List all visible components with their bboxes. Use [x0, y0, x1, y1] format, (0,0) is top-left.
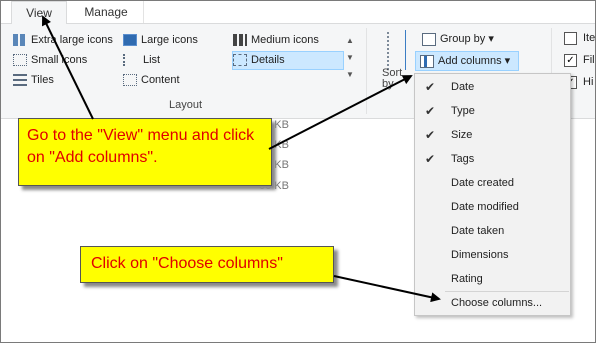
add-columns-menu: ✔ Date ✔ Type ✔ Size ✔ Tags Date created Dat… [414, 73, 571, 316]
file-extensions-label: Fil [583, 54, 595, 66]
hidden-items-label: Hi [583, 76, 594, 88]
group-by-icon [422, 32, 436, 46]
sort-arrow-icon [405, 30, 410, 70]
tab-manage[interactable]: Manage [69, 1, 144, 23]
sort-by-icon[interactable] [387, 32, 403, 70]
file-extensions-checkbox[interactable]: ✓ [564, 54, 577, 67]
instruction-callout-choose-columns: Click on "Choose columns" [80, 246, 334, 283]
item-checkbox[interactable] [564, 32, 577, 45]
layout-tiles[interactable]: Tiles [13, 72, 54, 89]
small-icons-label: Small icons [31, 54, 88, 66]
menu-item-choose-columns[interactable]: Choose columns... [415, 291, 570, 315]
scroll-down-icon[interactable]: ▼ [344, 49, 356, 66]
add-columns-button[interactable]: Add columns ▾ [415, 51, 519, 71]
add-columns-icon [420, 54, 434, 68]
add-columns-label: Add columns [438, 55, 502, 67]
layout-group-label: Layout [169, 99, 203, 111]
check-icon: ✔ [425, 80, 436, 94]
layout-scroll[interactable]: ▲ ▼ ▼ [344, 32, 356, 86]
small-icons-icon [13, 54, 27, 67]
group-by-label: Group by [440, 33, 486, 45]
menu-item-type[interactable]: ✔ Type [415, 99, 570, 123]
sort-by-button[interactable]: Sort by [382, 68, 402, 90]
menu-item-dimensions[interactable]: Dimensions [415, 243, 570, 267]
menu-item-date-created[interactable]: Date created [415, 171, 570, 195]
group-separator [366, 28, 367, 114]
layout-details[interactable]: Details [232, 51, 344, 70]
layout-large-icons[interactable]: Large icons [123, 32, 198, 49]
medium-icons-label: Medium icons [251, 34, 319, 46]
menu-item-date-modified[interactable]: Date modified [415, 195, 570, 219]
chevron-down-icon: ▾ [504, 55, 511, 67]
check-icon: ✔ [425, 128, 436, 142]
menu-item-rating[interactable]: Rating [415, 267, 570, 291]
menu-item-size[interactable]: ✔ Size [415, 123, 570, 147]
extra-large-icons-icon [13, 34, 27, 47]
chevron-down-icon: ▾ [488, 33, 494, 45]
menu-item-tags[interactable]: ✔ Tags [415, 147, 570, 171]
menu-item-date-taken[interactable]: Date taken [415, 219, 570, 243]
list-icon [123, 54, 139, 67]
item-checkbox-label: Ite [583, 32, 596, 44]
ribbon-tabs: View Manage [1, 1, 595, 25]
menu-item-date[interactable]: ✔ Date [415, 75, 570, 99]
details-icon [233, 54, 247, 67]
layout-content[interactable]: Content [123, 72, 180, 89]
extra-large-icons-label: Extra large icons [31, 34, 113, 46]
content-label: Content [141, 74, 180, 86]
check-icon: ✔ [425, 104, 436, 118]
group-by-button[interactable]: Group by ▾ [418, 32, 494, 46]
screenshot-frame: View Manage Extra large icons Small icon… [0, 0, 596, 343]
large-icons-label: Large icons [141, 34, 198, 46]
layout-list[interactable]: List [123, 52, 160, 69]
layout-small-icons[interactable]: Small icons [13, 52, 87, 69]
content-icon [123, 74, 137, 87]
expand-gallery-icon[interactable]: ▼ [344, 66, 356, 83]
tiles-icon [13, 74, 27, 87]
layout-medium-icons[interactable]: Medium icons [233, 32, 319, 49]
list-label: List [143, 54, 161, 66]
tiles-label: Tiles [31, 74, 54, 86]
check-icon: ✔ [425, 152, 436, 166]
details-label: Details [251, 54, 285, 66]
tab-view[interactable]: View [11, 1, 67, 25]
instruction-callout-view: Go to the "View" menu and click on "Add … [18, 118, 272, 186]
medium-icons-icon [233, 34, 247, 47]
large-icons-icon [123, 34, 137, 47]
layout-extra-large-icons[interactable]: Extra large icons [13, 32, 113, 49]
scroll-up-icon[interactable]: ▲ [344, 32, 356, 49]
